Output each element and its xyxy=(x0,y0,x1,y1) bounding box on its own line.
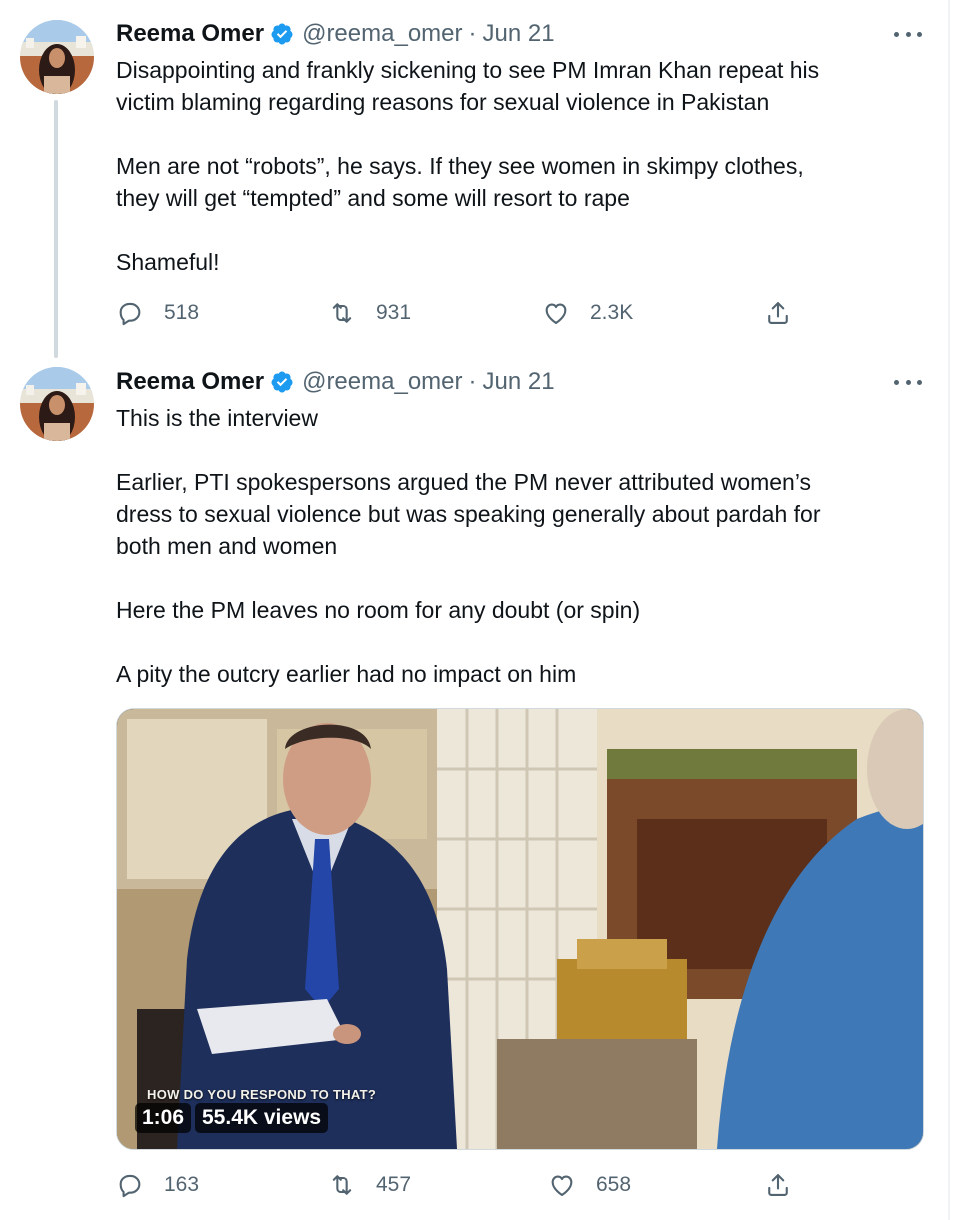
video-caption-overlay: HOW DO YOU RESPOND TO THAT? xyxy=(147,1087,377,1102)
like-count: 2.3K xyxy=(590,301,634,324)
tweet-actions: 163 457 658 xyxy=(116,1168,816,1202)
reply-count: 163 xyxy=(164,1173,200,1196)
like-button[interactable]: 658 xyxy=(548,1168,631,1202)
like-button[interactable]: 2.3K xyxy=(542,296,633,330)
share-upload-icon xyxy=(768,1174,788,1196)
avatar-photo xyxy=(20,20,94,94)
heart-outline-icon xyxy=(545,303,567,324)
author-handle[interactable]: @reema_omer xyxy=(302,368,462,396)
avatar[interactable] xyxy=(20,367,94,441)
like-count: 658 xyxy=(596,1173,632,1196)
tweet-paragraph: This is the interview xyxy=(116,405,318,431)
reply-count: 518 xyxy=(164,301,200,324)
tweet-header: Reema Omer @reema_omer · Jun 21 xyxy=(116,367,555,397)
tweet-paragraph: Shameful! xyxy=(116,249,220,275)
share-button[interactable] xyxy=(764,296,792,330)
tweet-text: Disappointing and frankly sickening to s… xyxy=(116,54,916,278)
retweet-button[interactable]: 931 xyxy=(328,296,411,330)
reply-button[interactable]: 518 xyxy=(116,296,199,330)
author-handle[interactable]: @reema_omer xyxy=(302,20,462,48)
video-duration-badge: 1:06 xyxy=(135,1103,192,1133)
separator: · xyxy=(468,20,477,47)
retweet-arrows-icon xyxy=(332,303,352,323)
retweet-arrows-icon xyxy=(332,1175,352,1195)
retweet-count: 457 xyxy=(376,1173,412,1196)
speech-bubble-icon xyxy=(119,302,141,326)
tweet-1[interactable]: Reema Omer @reema_omer · Jun 21 Disappoi… xyxy=(0,0,948,350)
video-player[interactable]: HOW DO YOU RESPOND TO THAT? 1:06 55.4K v… xyxy=(116,708,924,1150)
avatar-photo xyxy=(20,367,94,441)
tweet-header: Reema Omer @reema_omer · Jun 21 xyxy=(116,19,555,49)
author-name[interactable]: Reema Omer xyxy=(116,20,264,48)
share-upload-icon xyxy=(768,302,788,324)
avatar[interactable] xyxy=(20,20,94,94)
author-name[interactable]: Reema Omer xyxy=(116,368,264,396)
tweet-paragraph: Here the PM leaves no room for any doubt… xyxy=(116,597,641,623)
retweet-count: 931 xyxy=(376,301,412,324)
tweet-text: This is the interview Earlier, PTI spoke… xyxy=(116,402,916,690)
verified-badge-icon xyxy=(270,22,294,46)
video-views-badge: 55.4K views xyxy=(195,1103,329,1133)
timeline-border xyxy=(948,0,950,1220)
tweet-actions: 518 931 2.3K xyxy=(116,296,816,330)
share-button[interactable] xyxy=(764,1168,792,1202)
tweet-date[interactable]: Jun 21 xyxy=(483,368,555,396)
tweet-paragraph: Men are not “robots”, he says. If they s… xyxy=(116,153,804,211)
verified-badge-icon xyxy=(270,370,294,394)
tweet-date[interactable]: Jun 21 xyxy=(483,20,555,48)
tweet-paragraph: Disappointing and frankly sickening to s… xyxy=(116,57,820,115)
reply-button[interactable]: 163 xyxy=(116,1168,199,1202)
more-options-icon[interactable] xyxy=(894,29,922,39)
more-options-icon[interactable] xyxy=(894,377,922,387)
retweet-button[interactable]: 457 xyxy=(328,1168,411,1202)
heart-outline-icon xyxy=(551,1175,573,1196)
separator: · xyxy=(468,368,477,395)
video-thumbnail xyxy=(117,709,923,1149)
speech-bubble-icon xyxy=(119,1174,141,1198)
tweet-paragraph: A pity the outcry earlier had no impact … xyxy=(116,661,577,687)
tweet-paragraph: Earlier, PTI spokespersons argued the PM… xyxy=(116,469,821,559)
